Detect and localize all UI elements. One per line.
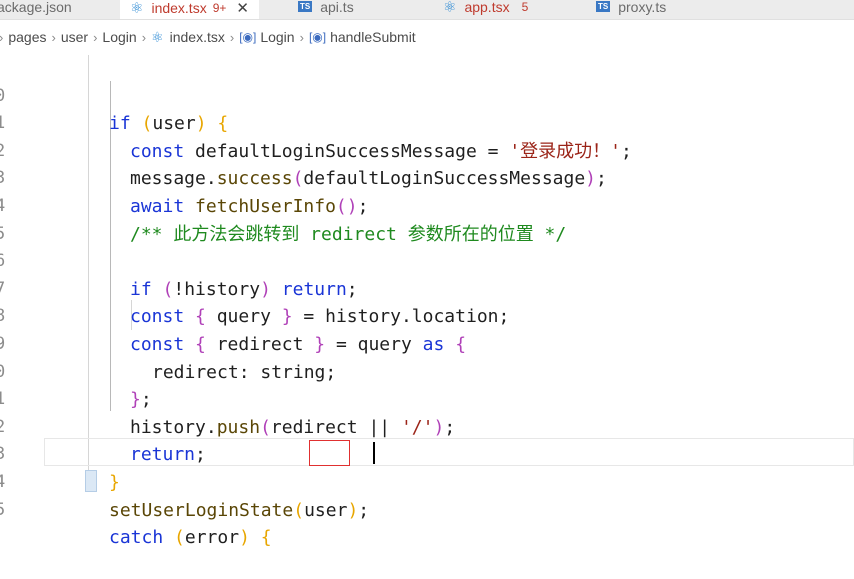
code-line[interactable]: 4 /** 此方法会跳转到 redirect 参数所在的位置 */	[0, 165, 854, 245]
breadcrumb-item-pages[interactable]: pages	[8, 29, 46, 45]
close-icon[interactable]: ✕	[236, 0, 249, 17]
token-identifier: user	[304, 499, 348, 521]
tab-api-ts[interactable]: TS api.ts	[298, 0, 354, 19]
text-cursor	[373, 442, 375, 464]
code-line[interactable]: 2 return;	[0, 386, 854, 466]
chevron-right-icon: ›	[229, 29, 235, 45]
token-function: setUserLoginState	[109, 499, 294, 521]
code-text: setUserLoginState(user);	[109, 499, 370, 521]
annotation-highlight-box	[309, 440, 350, 466]
breadcrumb-item-login-symbol[interactable]: Login	[260, 29, 294, 45]
breadcrumb-item-handle-submit[interactable]: handleSubmit	[330, 29, 416, 45]
tab-proxy-ts[interactable]: TS proxy.ts	[596, 0, 666, 19]
token-identifier: error	[184, 527, 240, 549]
code-line[interactable]: 2 message.success(defaultLoginSuccessMes…	[0, 110, 854, 190]
tab-label: proxy.ts	[618, 0, 667, 15]
symbol-variable-icon: [◉]	[239, 30, 257, 44]
code-line[interactable]: 5	[0, 193, 854, 244]
react-icon: ⚛	[151, 28, 164, 45]
tab-app-tsx[interactable]: ⚛ app.tsx 5	[443, 0, 528, 19]
chevron-right-icon: ›	[93, 29, 98, 45]
tab-label: app.tsx	[464, 0, 510, 15]
code-line[interactable]: 7 const { query } = history.location;	[0, 248, 854, 328]
breadcrumb-item-file[interactable]: index.tsx	[170, 29, 225, 45]
token-punctuation: ;	[358, 499, 370, 521]
code-line[interactable]: 5 catch (error) {	[0, 469, 854, 549]
ts-icon: TS	[596, 1, 611, 12]
symbol-variable-icon: [◉]	[308, 30, 327, 44]
code-line[interactable]: 9 redirect: string;	[0, 303, 854, 383]
code-line[interactable]: 3 await fetchUserInfo();	[0, 138, 854, 217]
code-editor[interactable]: 0 if (user) { 1 const defaultLoginSucces…	[0, 55, 854, 548]
code-line[interactable]: 0 if (user) {	[0, 55, 854, 135]
tab-package-json[interactable]: ackage.json	[0, 0, 72, 19]
code-line[interactable]: 0 };	[0, 331, 854, 411]
code-line[interactable]: 3 }	[0, 414, 854, 493]
tab-label: index.tsx	[151, 0, 207, 16]
react-icon: ⚛	[443, 0, 457, 16]
tab-index-tsx[interactable]: ⚛ index.tsx 9+ ✕	[120, 0, 259, 19]
code-line[interactable]: 4 setUserLoginState(user);	[0, 441, 854, 521]
chevron-right-icon: ›	[141, 29, 147, 45]
bracket-match-marker	[85, 470, 97, 492]
code-text: catch (error) {	[109, 527, 272, 549]
editor-tab-bar: ackage.json ⚛ index.tsx 9+ ✕ TS api.ts ⚛…	[0, 0, 854, 20]
breadcrumb-item-user[interactable]: user	[61, 29, 88, 45]
code-line[interactable]: 1 const defaultLoginSuccessMessage = '登录…	[0, 83, 854, 162]
code-line[interactable]: 8 const { redirect } = query as {	[0, 276, 854, 355]
chevron-right-icon: ›	[299, 29, 304, 45]
react-icon: ⚛	[130, 0, 144, 17]
problem-count-badge: 9+	[212, 0, 227, 15]
token-keyword: catch	[109, 527, 164, 549]
ts-icon: TS	[298, 1, 313, 12]
chevron-right-icon: ›	[51, 29, 56, 45]
breadcrumb: › pages › user › Login › ⚛ index.tsx › […	[0, 21, 854, 53]
code-line[interactable]: 6 if (!history) return;	[0, 221, 854, 300]
breadcrumb-item-login-folder[interactable]: Login	[102, 29, 136, 45]
problem-count-badge: 5	[521, 0, 529, 14]
chevron-right-icon: ›	[0, 30, 3, 45]
tab-label: ackage.json	[0, 0, 72, 15]
code-line[interactable]: 1 history.push(redirect || '/');	[0, 359, 854, 438]
tab-label: api.ts	[320, 0, 354, 15]
line-number: 5	[0, 499, 6, 520]
